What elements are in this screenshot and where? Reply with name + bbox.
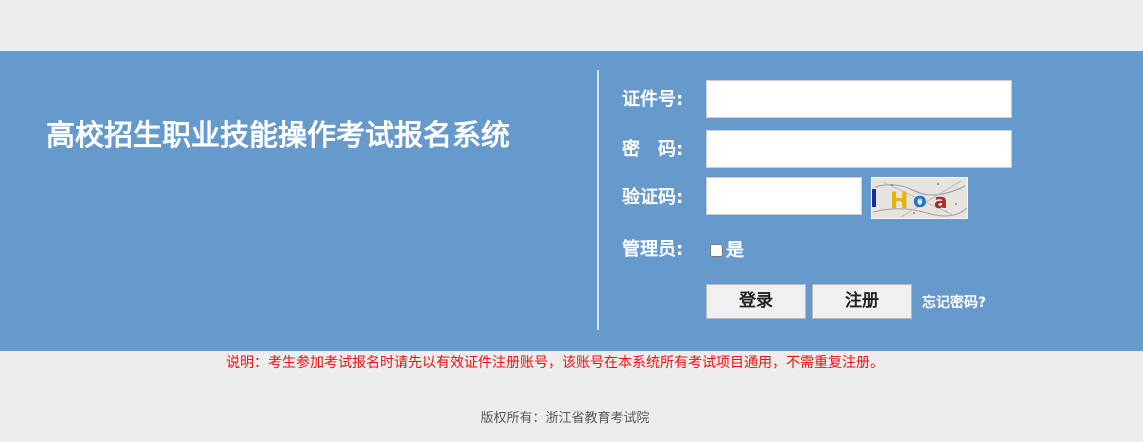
vertical-divider	[597, 70, 599, 330]
captcha-image[interactable]: H o a	[871, 177, 968, 219]
registration-notice: 说明：考生参加考试报名时请先以有效证件注册账号，该账号在本系统所有考试项目通用，…	[226, 355, 884, 371]
password-label: 密 码:	[622, 139, 684, 160]
svg-text:o: o	[913, 188, 927, 212]
password-input[interactable]	[706, 130, 1012, 168]
page-title: 高校招生职业技能操作考试报名系统	[46, 118, 511, 152]
id-number-label: 证件号:	[622, 89, 684, 110]
login-button[interactable]: 登录	[706, 284, 806, 319]
admin-checkbox[interactable]	[710, 244, 723, 257]
admin-label: 管理员:	[622, 239, 684, 260]
id-number-input[interactable]	[706, 80, 1012, 118]
footer-copyright: 版权所有：浙江省教育考试院	[480, 411, 650, 426]
register-button[interactable]: 注册	[812, 284, 912, 319]
forgot-password-link[interactable]: 忘记密码?	[922, 293, 986, 313]
captcha-input[interactable]	[706, 177, 862, 215]
svg-text:H: H	[890, 189, 908, 214]
admin-option-label: 是	[726, 240, 744, 261]
svg-text:a: a	[934, 189, 948, 213]
captcha-label: 验证码:	[622, 187, 684, 208]
